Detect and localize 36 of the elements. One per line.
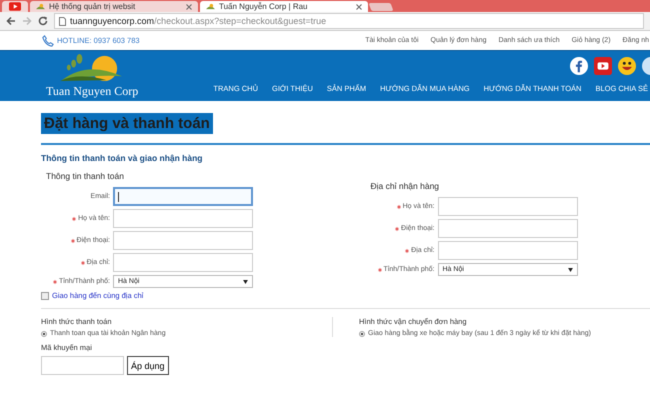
input-field[interactable] [113,231,253,250]
input-field[interactable] [113,209,253,228]
play-icon [9,2,21,11]
radio-button[interactable] [359,330,365,336]
browser-tab[interactable]: Hệ thống quản trị websit [30,1,198,12]
leaf-icon [36,3,45,10]
caret-icon [568,268,572,272]
checkbox[interactable] [41,292,49,300]
leaf-icon [206,3,215,10]
page-icon [59,16,66,26]
browser-tab[interactable]: Tuấn Nguyễn Corp | Rau [200,1,368,12]
input-field[interactable] [113,187,253,206]
apply-button[interactable]: Áp dụng [127,356,169,375]
new-tab-button[interactable] [368,3,394,11]
back-icon[interactable] [6,16,16,26]
close-icon[interactable] [356,4,362,10]
input-field[interactable] [438,241,578,260]
close-icon[interactable] [186,4,192,10]
form-heading: Địa chỉ nhận hàng [370,181,440,191]
smiley-icon[interactable] [618,57,636,75]
radio-button[interactable] [41,330,47,336]
reload-icon[interactable] [38,16,48,26]
page-title: Đặt hàng và thanh toán [41,113,213,134]
input-field[interactable] [113,253,253,272]
browser-tab[interactable] [2,1,28,12]
facebook-icon[interactable] [570,57,588,75]
section-header: Thông tin thanh toán và giao nhận hàng [41,143,650,163]
promo-code-field[interactable] [41,356,124,375]
video-play-icon[interactable] [594,57,612,75]
phone-icon [42,34,54,46]
caret-icon [243,280,248,284]
form-heading: Thông tin thanh toán [46,171,125,181]
input-field[interactable] [438,219,578,238]
logo-text[interactable]: Tuan Nguyen Corp [46,84,138,99]
address-field[interactable]: tuannguyencorp.com/checkout.aspx?step=checkout&guest=true [54,13,644,29]
input-field[interactable] [438,197,578,216]
